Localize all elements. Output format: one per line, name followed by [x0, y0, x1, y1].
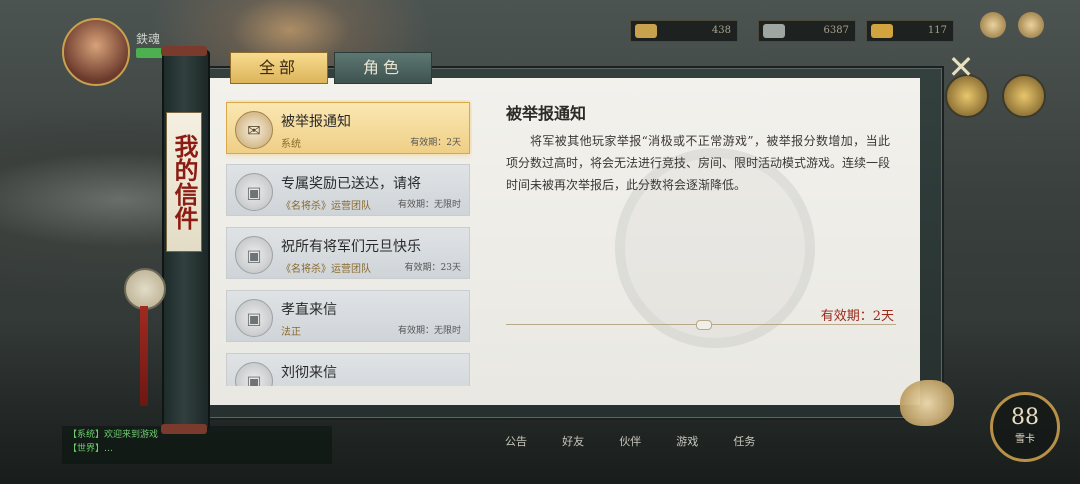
mail-item[interactable]: ▣ 祝所有将军们元旦快乐 《名将杀》运营团队 有效期：23天	[226, 227, 470, 279]
side-menu-icon-2[interactable]	[1002, 74, 1046, 118]
resource-silver-value: 6387	[823, 25, 849, 36]
mail-detail-title: 被举报通知	[506, 104, 587, 123]
bottom-menu-partners[interactable]: 伙伴	[619, 433, 641, 449]
power-label: 雪卡	[1015, 434, 1035, 445]
mail-item[interactable]: ▣ 专属奖励已送达，请将 《名将杀》运营团队 有效期：无限时	[226, 164, 470, 216]
resource-coin-value: 117	[927, 25, 947, 36]
mail-detail-body: 将军被其他玩家举报“消极或不正常游戏”，被举报分数增加，当此项分数过高时，将会无…	[506, 134, 891, 192]
mail-sender: 系统	[281, 139, 301, 150]
chest-icon: ▣	[235, 362, 273, 386]
mail-title: 祝所有将军们元旦快乐	[281, 239, 421, 255]
dragon-ornament-icon	[900, 380, 954, 426]
tassel-icon	[140, 306, 148, 406]
mail-title: 专属奖励已送达，请将	[281, 176, 421, 192]
mailbox-title: 我的信件	[166, 112, 202, 252]
scroll-cap-bottom	[161, 424, 207, 434]
gift-icon[interactable]	[1018, 12, 1044, 38]
power-badge[interactable]: 88 雪卡	[990, 392, 1060, 462]
mail-detail-expiry: 有效期：2天	[820, 309, 894, 324]
tab-all[interactable]: 全部	[230, 52, 328, 84]
resource-gold[interactable]: 438	[630, 20, 738, 42]
player-avatar[interactable]	[62, 18, 130, 86]
chat-line: 【世界】…	[68, 444, 114, 454]
chest-icon: ▣	[235, 236, 273, 274]
mail-title: 刘彻来信	[281, 365, 337, 381]
mail-expiry: 有效期：无限时	[397, 200, 461, 210]
mail-sender: 《名将杀》运营团队	[281, 264, 371, 275]
gold-icon	[635, 24, 657, 38]
bottom-menu: 公告 好友 伙伴 游戏 任务	[505, 430, 965, 458]
mail-expiry: 有效期：无限时	[397, 326, 461, 336]
mail-list[interactable]: ✉ 被举报通知 系统 有效期：2天 ▣ 专属奖励已送达，请将 《名将杀》运营团队…	[226, 100, 472, 386]
bottom-menu-announcement[interactable]: 公告	[505, 433, 527, 449]
mail-title: 被举报通知	[281, 114, 351, 130]
mail-title: 孝直来信	[281, 302, 337, 318]
bottom-menu-tasks[interactable]: 任务	[733, 433, 755, 449]
mail-expiry: 有效期：2天	[410, 138, 461, 148]
mail-item[interactable]: ▣ 孝直来信 法正 有效期：无限时	[226, 290, 470, 342]
jade-pendant-icon	[124, 268, 166, 310]
silver-icon	[763, 24, 785, 38]
mail-item[interactable]: ▣ 刘彻来信	[226, 353, 470, 386]
player-name: 鉄魂	[136, 32, 161, 46]
mail-sender: 法正	[281, 327, 301, 338]
close-button[interactable]: ✕	[944, 50, 978, 84]
resource-gold-value: 438	[711, 25, 731, 36]
divider-ornament	[696, 320, 712, 330]
mail-expiry: 有效期：23天	[404, 263, 461, 273]
tab-role[interactable]: 角色	[334, 52, 432, 84]
chest-icon: ▣	[235, 299, 273, 337]
resource-silver[interactable]: 6387	[758, 20, 856, 42]
mail-sender: 《名将杀》运营团队	[281, 201, 371, 212]
divider	[506, 320, 896, 330]
bottom-menu-friends[interactable]: 好友	[562, 433, 584, 449]
power-value: 88	[1011, 405, 1039, 430]
bottom-menu-game[interactable]: 游戏	[676, 433, 698, 449]
coin-icon	[871, 24, 893, 38]
event-icon[interactable]	[980, 12, 1006, 38]
mail-item[interactable]: ✉ 被举报通知 系统 有效期：2天	[226, 102, 470, 154]
resource-coin[interactable]: 117	[866, 20, 954, 42]
player-level-bar	[136, 48, 164, 58]
report-envelope-icon: ✉	[235, 111, 273, 149]
chest-icon: ▣	[235, 173, 273, 211]
scroll-cap-top	[161, 46, 207, 56]
